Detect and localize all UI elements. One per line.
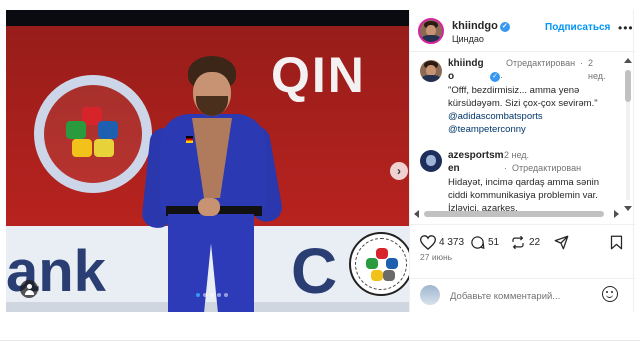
carousel-dot — [217, 293, 221, 297]
caption-avatar[interactable] — [420, 60, 442, 82]
carousel-dot — [196, 293, 200, 297]
post-photo[interactable]: QIN ank C › — [6, 10, 409, 312]
comments-vertical-scrollbar[interactable] — [624, 56, 632, 216]
scroll-thumb[interactable] — [625, 70, 631, 102]
caption-text: "Offf, bezdirmisiz... amma yenə kürsüdəy… — [448, 85, 598, 109]
post-side-panel: khiindgo ✓ Циндао Подписаться ••• khiindg… — [409, 10, 635, 312]
verified-badge-icon: ✓ — [499, 22, 510, 32]
comment-bubble-icon[interactable] — [470, 235, 485, 250]
page-top-strip — [0, 0, 640, 10]
author-username-row[interactable]: khiindgo ✓ — [452, 20, 510, 32]
caption-verified-icon: ✓ — [490, 72, 500, 82]
comment-edited-label: Отредактирован — [512, 163, 582, 173]
commenter-avatar[interactable] — [420, 150, 442, 172]
scroll-up-icon[interactable] — [624, 58, 632, 63]
like-action[interactable]: 4 373 — [420, 235, 464, 250]
carousel-dot — [224, 293, 228, 297]
ijf-watermark-badge — [349, 232, 409, 296]
tagged-users-icon[interactable] — [20, 280, 38, 298]
repost-icon[interactable] — [510, 235, 526, 250]
add-comment-input[interactable] — [450, 288, 600, 304]
scroll-thumb-horizontal[interactable] — [424, 211, 604, 217]
author-avatar[interactable] — [418, 18, 444, 44]
photo-ceiling — [6, 10, 409, 26]
scroll-right-icon[interactable] — [614, 210, 619, 218]
caption-edited-label: Отредактирован — [506, 58, 576, 68]
repost-action[interactable]: 22 — [510, 235, 540, 250]
commenter-username-wrap[interactable]: en — [448, 163, 460, 174]
caption-username[interactable]: khiindg — [448, 58, 484, 69]
carousel-dot — [210, 293, 214, 297]
mention-link[interactable]: @adidascombatsports — [448, 110, 620, 123]
save-action[interactable] — [610, 235, 623, 250]
board-text-right: C — [291, 235, 338, 307]
comment-item: azesportsm en 2 нед. · Отредактирован Hi… — [448, 150, 620, 215]
carousel-dot — [203, 293, 207, 297]
more-options-icon[interactable]: ••• — [618, 21, 634, 35]
follow-button[interactable]: Подписаться — [545, 22, 610, 33]
share-action[interactable] — [554, 235, 569, 250]
scroll-down-icon[interactable] — [624, 206, 632, 211]
judo-federation-logo — [34, 75, 152, 193]
carousel-dots — [196, 293, 228, 297]
comment-action[interactable]: 51 — [470, 235, 499, 250]
comment-count[interactable]: 51 — [488, 237, 499, 248]
send-icon[interactable] — [554, 235, 569, 250]
comment-time: 2 нед. — [504, 150, 530, 160]
post-header: khiindgo ✓ Циндао Подписаться ••• — [410, 10, 635, 52]
post-location[interactable]: Циндао — [452, 34, 484, 44]
repost-count[interactable]: 22 — [529, 237, 540, 248]
caption-comment: khiindg o ✓ · Отредактирован · 2 нед. "O… — [448, 58, 620, 136]
comments-list: khiindg o ✓ · Отредактирован · 2 нед. "O… — [410, 52, 635, 222]
commenter-username[interactable]: azesportsm — [448, 150, 504, 161]
german-flag-patch — [186, 136, 193, 143]
board-text-left: ank — [6, 239, 106, 304]
scroll-left-icon[interactable] — [414, 210, 419, 218]
mention-link[interactable]: @teampeterconny — [448, 123, 620, 136]
add-comment-bar — [410, 278, 635, 312]
judoka-athlete — [140, 56, 286, 312]
page-divider — [0, 340, 640, 341]
author-username[interactable]: khiindgo — [452, 20, 498, 32]
bookmark-icon[interactable] — [610, 235, 623, 250]
like-count[interactable]: 4 373 — [439, 237, 464, 248]
emoji-icon[interactable] — [602, 286, 618, 302]
comment-edited-sep: · — [504, 163, 507, 173]
caption-username-wrap[interactable]: o — [448, 71, 454, 82]
post-date[interactable]: 27 июнь — [420, 252, 452, 262]
caption-edited-sep: · — [500, 72, 503, 82]
heart-icon[interactable] — [420, 235, 436, 250]
comments-horizontal-scrollbar[interactable] — [414, 209, 620, 219]
caption-time-unit: нед. — [588, 71, 606, 81]
next-slide-button[interactable]: › — [390, 162, 408, 180]
current-user-avatar — [420, 285, 440, 305]
caption-time-sep: · — [580, 58, 583, 68]
caption-time: 2 — [588, 58, 594, 68]
